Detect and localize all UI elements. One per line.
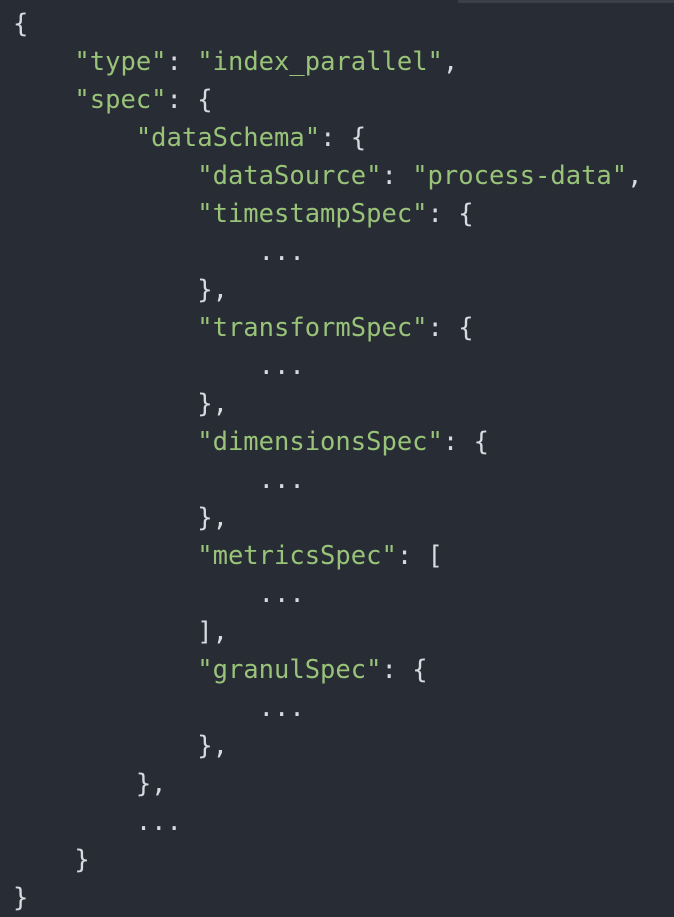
punctuation: { bbox=[350, 123, 367, 153]
code-line[interactable]: "dataSchema": { bbox=[13, 119, 642, 157]
punctuation: } bbox=[13, 883, 29, 913]
punctuation: ... bbox=[258, 465, 305, 495]
punctuation: , bbox=[627, 161, 643, 191]
separator: : bbox=[166, 85, 198, 115]
punctuation: ... bbox=[258, 237, 305, 267]
code-line[interactable]: "dimensionsSpec": { bbox=[13, 423, 642, 461]
json-string-value: "process-data" bbox=[412, 161, 628, 191]
code-line[interactable]: ... bbox=[13, 803, 642, 841]
punctuation: [ bbox=[427, 541, 443, 571]
separator: : bbox=[320, 123, 351, 153]
punctuation: }, bbox=[197, 275, 228, 305]
punctuation: { bbox=[458, 313, 474, 343]
code-line[interactable]: "spec": { bbox=[13, 81, 642, 119]
code-line[interactable]: }, bbox=[13, 271, 642, 309]
code-line[interactable]: }, bbox=[13, 727, 642, 765]
code-line[interactable]: ... bbox=[13, 575, 642, 613]
code-editor[interactable]: { "type": "index_parallel", "spec": { "d… bbox=[13, 5, 642, 917]
json-key: "dataSchema" bbox=[135, 123, 321, 153]
separator: : bbox=[381, 161, 413, 191]
json-key: "dimensionsSpec" bbox=[197, 427, 443, 457]
code-line[interactable]: { bbox=[13, 5, 642, 43]
punctuation: { bbox=[412, 655, 428, 685]
punctuation: ... bbox=[135, 807, 182, 837]
punctuation: ... bbox=[258, 693, 305, 723]
code-line[interactable]: } bbox=[13, 879, 642, 917]
punctuation: ... bbox=[258, 351, 305, 381]
top-edge-bar bbox=[458, 0, 674, 3]
json-key: "type" bbox=[74, 47, 167, 77]
code-line[interactable]: ... bbox=[13, 347, 642, 385]
code-line[interactable]: ], bbox=[13, 613, 642, 651]
punctuation: } bbox=[74, 845, 90, 875]
punctuation: }, bbox=[197, 389, 228, 419]
punctuation: { bbox=[197, 85, 213, 115]
json-key: "granulSpec" bbox=[197, 655, 382, 685]
separator: : bbox=[166, 47, 198, 77]
code-line[interactable]: ... bbox=[13, 689, 642, 727]
punctuation: ], bbox=[197, 617, 228, 647]
punctuation: { bbox=[473, 427, 489, 457]
code-line[interactable]: } bbox=[13, 841, 642, 879]
code-line[interactable]: "type": "index_parallel", bbox=[13, 43, 642, 81]
json-key: "dataSource" bbox=[197, 161, 382, 191]
code-line[interactable]: "metricsSpec": [ bbox=[13, 537, 642, 575]
punctuation: , bbox=[442, 47, 459, 77]
json-string-value: "index_parallel" bbox=[197, 47, 443, 77]
code-line[interactable]: }, bbox=[13, 385, 642, 423]
code-line[interactable]: "transformSpec": { bbox=[13, 309, 642, 347]
code-line[interactable]: }, bbox=[13, 499, 642, 537]
code-line[interactable]: }, bbox=[13, 765, 642, 803]
separator: : bbox=[427, 313, 459, 343]
punctuation: }, bbox=[197, 503, 228, 533]
punctuation: }, bbox=[135, 769, 167, 799]
code-line[interactable]: "granulSpec": { bbox=[13, 651, 642, 689]
code-line[interactable]: ... bbox=[13, 233, 642, 271]
separator: : bbox=[427, 199, 459, 229]
code-line[interactable]: ... bbox=[13, 461, 642, 499]
punctuation: { bbox=[13, 9, 29, 39]
punctuation: }, bbox=[197, 731, 228, 761]
code-line[interactable]: "timestampSpec": { bbox=[13, 195, 642, 233]
json-key: "timestampSpec" bbox=[197, 199, 428, 229]
json-key: "metricsSpec" bbox=[197, 541, 397, 571]
json-key: "transformSpec" bbox=[197, 313, 428, 343]
punctuation: ... bbox=[258, 579, 305, 609]
json-key: "spec" bbox=[74, 85, 167, 115]
separator: : bbox=[442, 427, 474, 457]
punctuation: { bbox=[458, 199, 474, 229]
separator: : bbox=[381, 655, 413, 685]
separator: : bbox=[396, 541, 428, 571]
code-line[interactable]: "dataSource": "process-data", bbox=[13, 157, 642, 195]
